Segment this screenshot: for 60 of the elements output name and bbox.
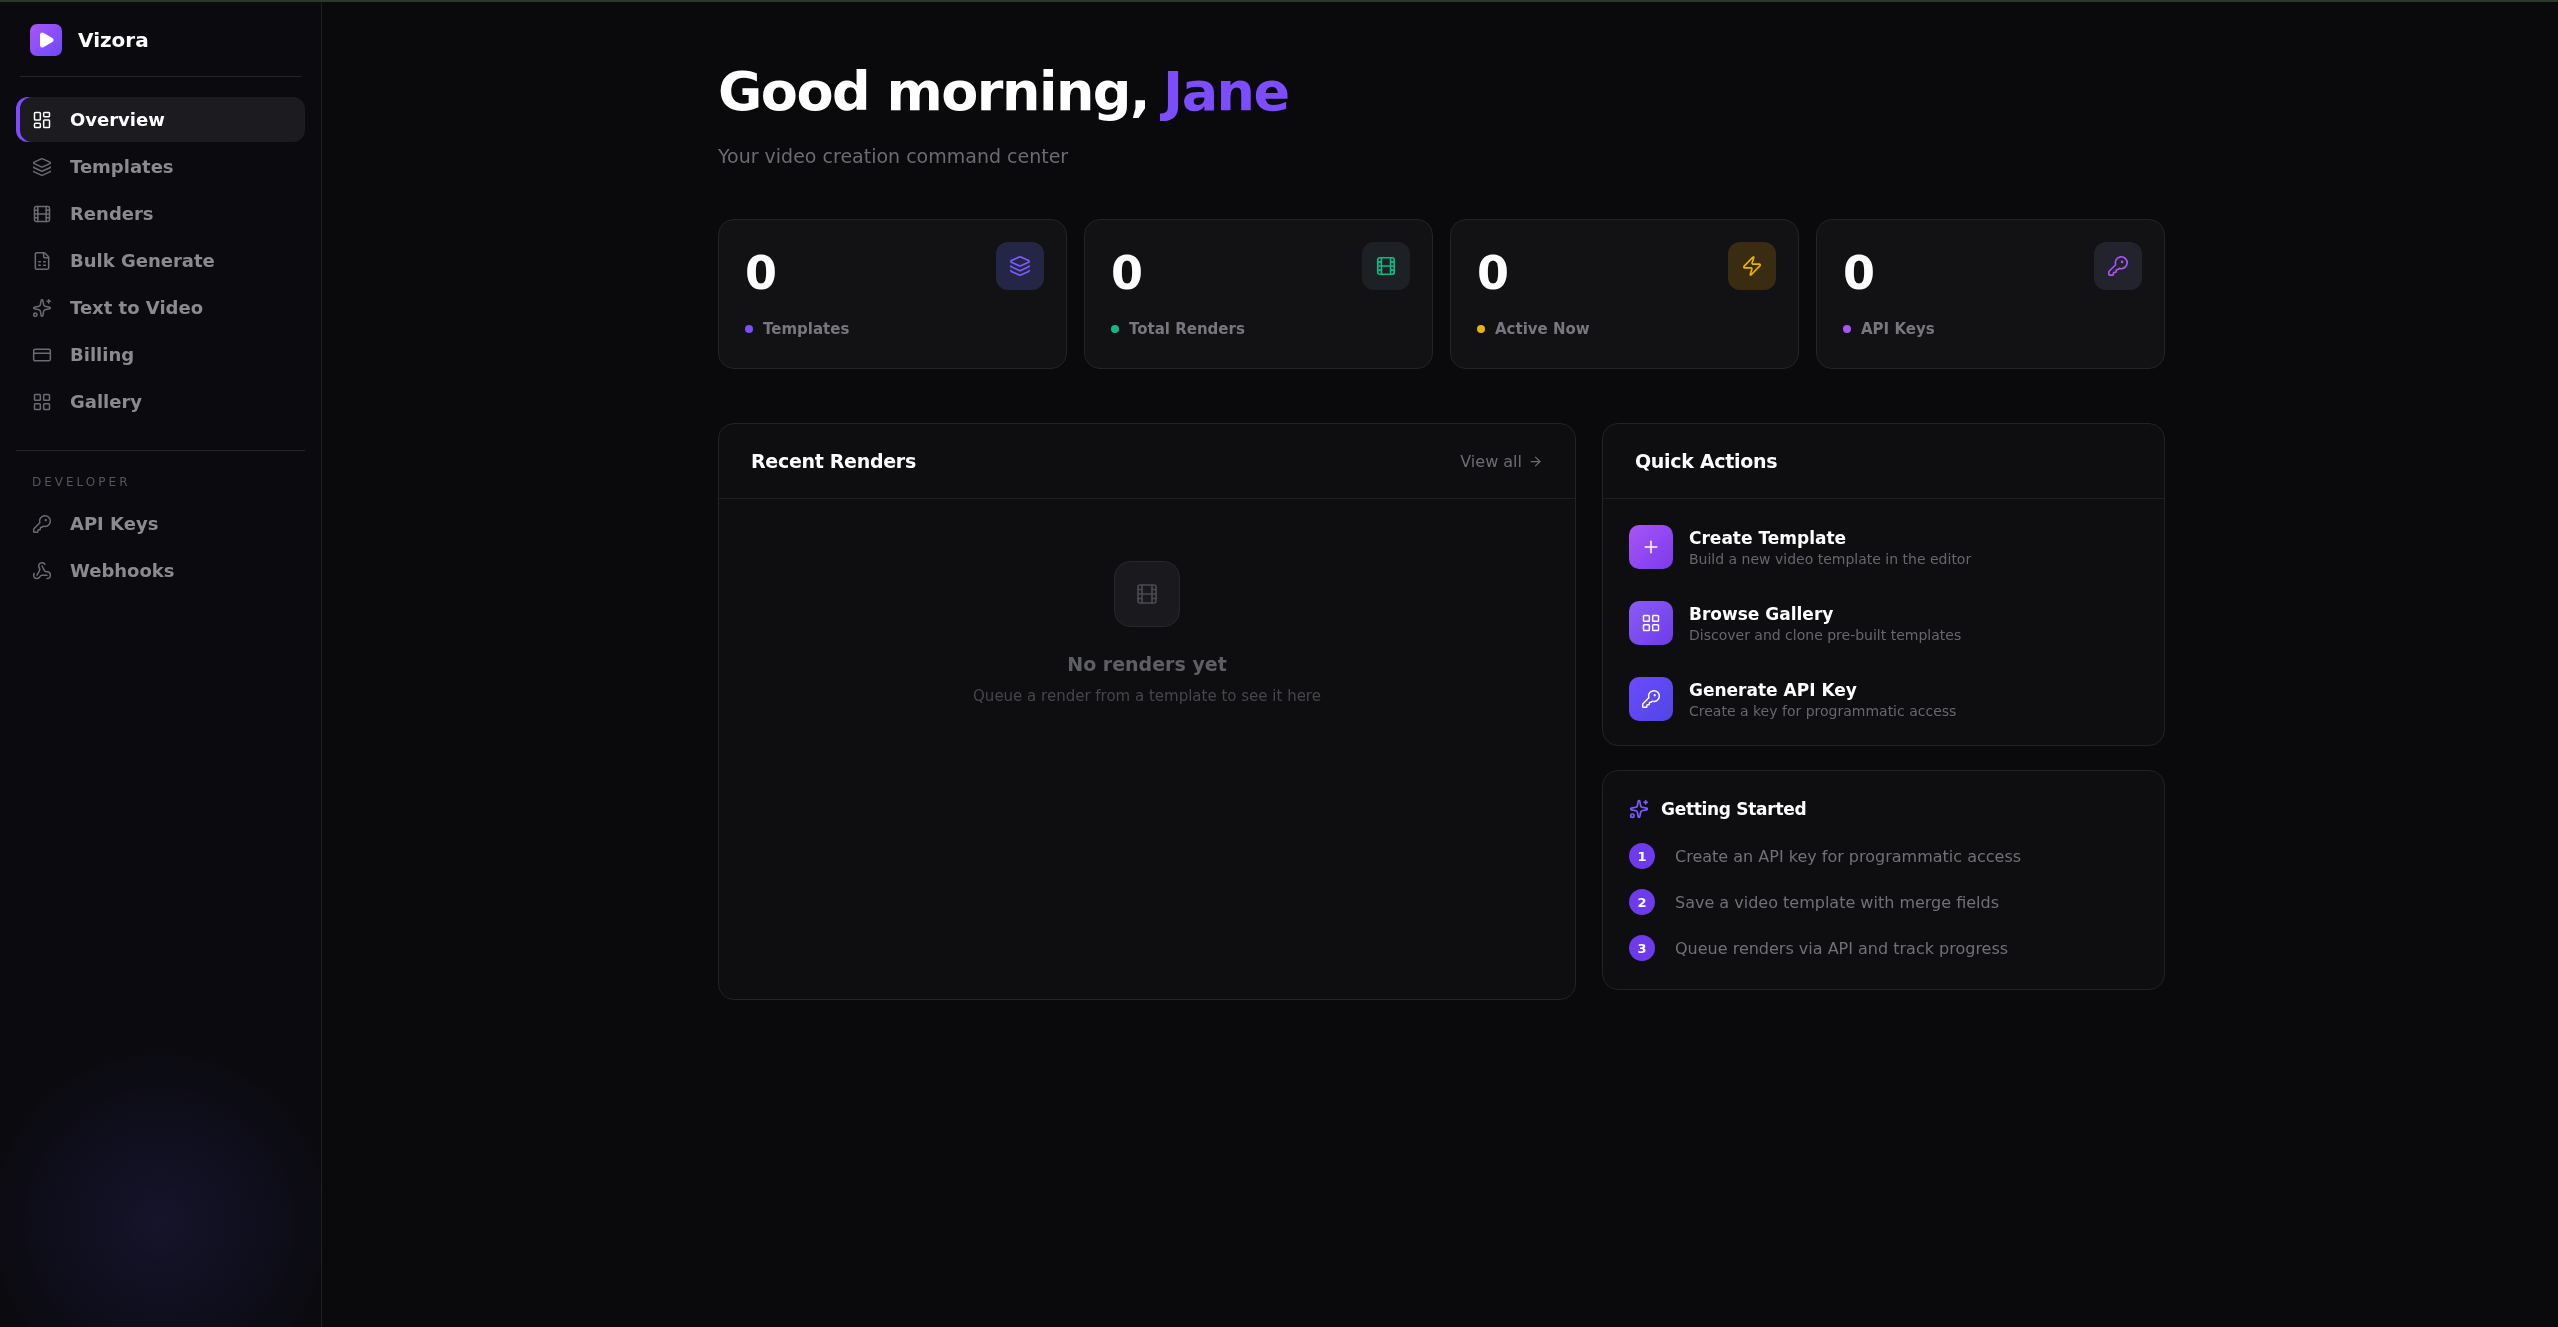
nav-item[interactable]: API Keys: [16, 501, 305, 546]
action-description: Discover and clone pre-built templates: [1689, 626, 1962, 643]
subtitle: Your video creation command center: [718, 145, 1070, 167]
nav-item[interactable]: Text to Video: [16, 285, 305, 330]
action-icon-tile[interactable]: [1629, 601, 1673, 645]
section-heading: DEVELOPER: [31, 475, 132, 491]
nav-item[interactable]: Gallery: [16, 379, 305, 424]
step-text: Create an API key for programmatic access: [1675, 846, 2022, 866]
layers-icon: [32, 156, 52, 177]
panel-title: Quick Actions: [1635, 450, 1778, 472]
nav-item[interactable]: Overview: [16, 97, 305, 142]
step-number: 1: [1629, 843, 1655, 869]
action-title[interactable]: Generate API Key: [1689, 679, 1957, 700]
nav-item[interactable]: Renders: [16, 191, 305, 236]
dashboard-icon: [32, 109, 52, 130]
stat-label: API Keys: [1861, 320, 1935, 338]
sparkles-icon: [32, 297, 52, 318]
stat-value: 0: [1843, 250, 1875, 296]
grid-icon: [1641, 613, 1661, 633]
layers-icon: [1009, 255, 1031, 277]
nav-item[interactable]: Billing: [16, 332, 305, 377]
stat-label: Total Renders: [1129, 320, 1245, 338]
step-text: Queue renders via API and track progress: [1675, 938, 2009, 958]
film-icon: [1375, 255, 1397, 277]
action-description: Build a new video template in the editor: [1689, 550, 1972, 567]
step-number: 3: [1629, 935, 1655, 961]
view-all-link[interactable]: View all: [1460, 451, 1543, 471]
action-description: Create a key for programmatic access: [1689, 702, 1957, 719]
sparkles-icon: [1629, 799, 1649, 819]
action-icon-tile[interactable]: [1629, 677, 1673, 721]
panel-title: Recent Renders: [751, 450, 916, 472]
stat-label: Templates: [763, 320, 850, 338]
brand-name: Vizora: [78, 28, 149, 52]
panel-title: Getting Started: [1661, 799, 1807, 819]
stat-label: Active Now: [1495, 320, 1590, 338]
empty-text: Queue a render from a template to see it here: [973, 687, 1321, 705]
film-icon: [1114, 561, 1180, 627]
key-icon: [32, 513, 52, 534]
key-icon: [2107, 255, 2129, 277]
action-title[interactable]: Browse Gallery: [1689, 603, 1962, 624]
nav-item[interactable]: Templates: [16, 144, 305, 189]
step-number: 2: [1629, 889, 1655, 915]
stat-value: 0: [1477, 250, 1509, 296]
action-icon-tile[interactable]: [1629, 525, 1673, 569]
nav-item[interactable]: Bulk Generate: [16, 238, 305, 283]
key-icon: [1641, 689, 1661, 709]
nav-item[interactable]: Webhooks: [16, 548, 305, 593]
document-icon: [32, 250, 52, 271]
empty-title: No renders yet: [1067, 653, 1227, 675]
grid-icon: [32, 391, 52, 412]
stat-value: 0: [745, 250, 777, 296]
stat-value: 0: [1111, 250, 1143, 296]
greeting-title: Good morning,: [718, 60, 1150, 123]
action-title[interactable]: Create Template: [1689, 527, 1972, 548]
arrow-right-icon: [1528, 453, 1543, 469]
webhook-icon: [32, 560, 52, 581]
lightning-icon: [1741, 255, 1763, 277]
film-icon: [32, 203, 52, 224]
logo-icon: [30, 24, 62, 56]
step-text: Save a video template with merge fields: [1675, 892, 2000, 912]
